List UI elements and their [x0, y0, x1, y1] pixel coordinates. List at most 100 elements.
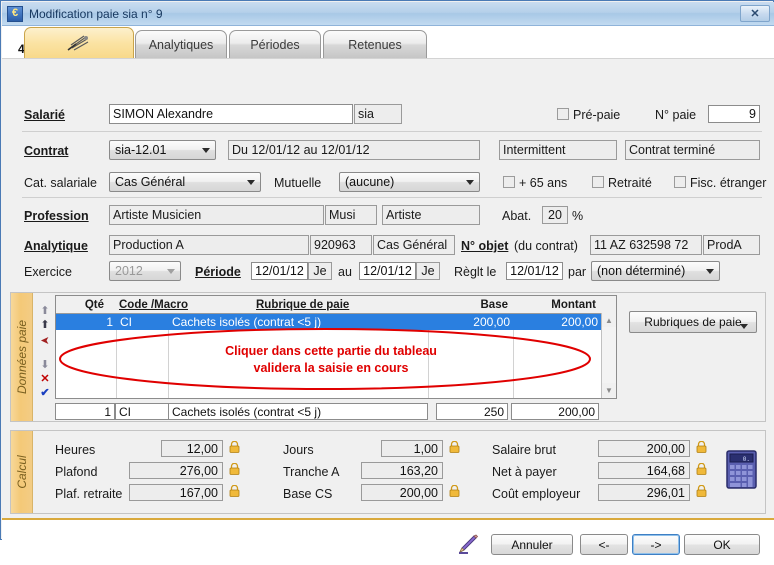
cancel-button[interactable]: Annuler [491, 534, 573, 555]
prev-button[interactable]: <- [580, 534, 628, 555]
euro-icon: € [7, 5, 23, 22]
base-cs-field[interactable]: 200,00 [361, 484, 443, 501]
net-a-payer-field[interactable]: 164,68 [598, 462, 690, 479]
contrat-select[interactable]: sia-12.01 [109, 140, 216, 160]
mutuelle-select[interactable]: (aucune) [339, 172, 480, 192]
column-header-base: Base [480, 298, 509, 311]
prepaie-checkbox[interactable] [557, 108, 569, 120]
lock-icon [696, 485, 707, 497]
cell-qte: 1 [106, 315, 113, 329]
fisc-etranger-checkbox[interactable] [674, 176, 686, 188]
exercice-select[interactable]: 2012 [109, 261, 181, 281]
lock-icon [696, 441, 707, 453]
next-button[interactable]: -> [632, 534, 680, 555]
rubriques-grid[interactable]: Qté Code /Macro Rubrique de paie Base Mo… [55, 295, 617, 399]
nav-validate-icon[interactable]: ✔ [37, 387, 53, 400]
tab-analytiques[interactable]: Analytiques [135, 30, 227, 58]
chevron-down-icon [466, 180, 474, 185]
cell-base: 200,00 [473, 315, 510, 329]
donnees-paie-side-label: Données paie [11, 293, 33, 421]
salarie-name-input[interactable]: SIMON Alexandre [109, 104, 353, 124]
contrat-label: Contrat [24, 144, 69, 158]
au-label: au [338, 265, 352, 279]
jours-field[interactable]: 1,00 [381, 440, 443, 457]
cell-rubrique: Cachets isolés (contrat <5 j) [172, 315, 322, 329]
nav-next-icon[interactable]: ⬇ [37, 359, 53, 372]
edit-qte-input[interactable]: 1 [55, 403, 115, 420]
grid-header-row: Qté Code /Macro Rubrique de paie Base Mo… [56, 296, 616, 313]
title-bar: € Modification paie sia n° 9 ✕ [2, 2, 774, 26]
grid-body[interactable]: 1 CI Cachets isolés (contrat <5 j) 200,0… [56, 313, 601, 398]
tab-retenues[interactable]: Retenues [323, 30, 427, 58]
contrat-type-input[interactable]: Intermittent [499, 140, 617, 160]
heures-field[interactable]: 12,00 [161, 440, 223, 457]
edit-base-input[interactable]: 250 [436, 403, 508, 420]
jours-label: Jours [283, 443, 314, 457]
calcul-panel: Calcul Heures 12,00 Plafond 276,00 Plaf.… [10, 430, 766, 514]
profession-categorie-input[interactable]: Artiste [382, 205, 480, 225]
column-header-rubrique: Rubrique de paie [256, 298, 350, 311]
nav-prev-icon[interactable]: ⬆ [37, 319, 53, 332]
nav-delete-icon[interactable]: ✕ [37, 373, 53, 386]
plus65-label: + 65 ans [519, 176, 568, 190]
nav-insert-icon[interactable]: ➤ [37, 333, 53, 346]
abat-input[interactable]: 20 [542, 206, 568, 224]
analytique-code-input[interactable]: 920963 [310, 235, 372, 255]
analytique-cas-input[interactable]: Cas Général [373, 235, 455, 255]
form-area: Salarié SIMON Alexandre sia Pré-paie N° … [2, 58, 774, 290]
plaf-retraite-label: Plaf. retraite [55, 487, 123, 501]
num-paie-input[interactable]: 9 [708, 105, 760, 123]
tranche-a-field[interactable]: 163,20 [361, 462, 443, 479]
lock-icon [229, 441, 240, 453]
num-objet-label: N° objet [461, 239, 509, 253]
num-paie-label: N° paie [655, 108, 697, 122]
cell-montant: 200,00 [561, 315, 598, 329]
cat-salariale-select[interactable]: Cas Général [109, 172, 261, 192]
salarie-code-input[interactable]: sia [354, 104, 402, 124]
scroll-down-icon[interactable]: ▼ [602, 383, 616, 397]
periode-to-input[interactable]: 12/01/12 [359, 262, 416, 280]
periode-from-day: Je [308, 262, 332, 280]
rubriques-de-paie-button[interactable]: Rubriques de paie [629, 311, 757, 333]
scroll-up-icon[interactable]: ▲ [602, 313, 616, 327]
cout-employeur-label: Coût employeur [492, 487, 581, 501]
contrat-statut-input[interactable]: Contrat terminé [625, 140, 760, 160]
periode-to-day: Je [416, 262, 440, 280]
profession-code-input[interactable]: Musi [325, 205, 377, 225]
profession-name-input[interactable]: Artiste Musicien [109, 205, 324, 225]
edit-rubrique-input[interactable]: Cachets isolés (contrat <5 j) [168, 403, 428, 420]
reglt-date-input[interactable]: 12/01/12 [506, 262, 563, 280]
plaf-retraite-field[interactable]: 167,00 [129, 484, 223, 501]
nav-first-icon[interactable]: ⬆ [37, 305, 53, 318]
column-header-montant: Montant [551, 298, 596, 311]
chevron-down-icon [740, 324, 748, 329]
plus65-checkbox[interactable] [503, 176, 515, 188]
chevron-down-icon [247, 180, 255, 185]
analytique-name-input[interactable]: Production A [109, 235, 309, 255]
mode-reglement-select[interactable]: (non déterminé) [591, 261, 720, 281]
chevron-down-icon [202, 148, 210, 153]
grid-scrollbar[interactable]: ▲ ▼ [601, 313, 616, 398]
pencil-icon[interactable] [458, 534, 480, 554]
contrat-periode-input[interactable]: Du 12/01/12 au 12/01/12 [228, 140, 480, 160]
plafond-field[interactable]: 276,00 [129, 462, 223, 479]
tab-general[interactable] [24, 27, 134, 58]
cout-employeur-field[interactable]: 296,01 [598, 484, 690, 501]
window-title: Modification paie sia n° 9 [29, 6, 163, 21]
close-icon[interactable]: ✕ [740, 5, 770, 22]
table-row[interactable]: 1 CI Cachets isolés (contrat <5 j) 200,0… [56, 314, 601, 330]
salaire-brut-field[interactable]: 200,00 [598, 440, 690, 457]
num-objet-input[interactable]: 11 AZ 632598 72 [590, 235, 702, 255]
periode-from-input[interactable]: 12/01/12 [251, 262, 308, 280]
edit-code-input[interactable]: CI [115, 403, 169, 420]
calculator-icon[interactable]: 0. [725, 449, 759, 491]
ok-button[interactable]: OK [684, 534, 760, 555]
plafond-label: Plafond [55, 465, 98, 479]
tab-periodes[interactable]: Périodes [229, 30, 321, 58]
mode-reglement-value: (non déterminé) [597, 264, 686, 278]
salarie-label: Salarié [24, 108, 66, 122]
retraite-checkbox[interactable] [592, 176, 604, 188]
num-objet-code-input[interactable]: ProdA [703, 235, 760, 255]
donnees-paie-panel: Données paie ⬆ ⬆ ➤ ⬇ ✕ ✔ Qté Code /Macro… [10, 292, 766, 422]
edit-montant-input[interactable]: 200,00 [511, 403, 599, 420]
